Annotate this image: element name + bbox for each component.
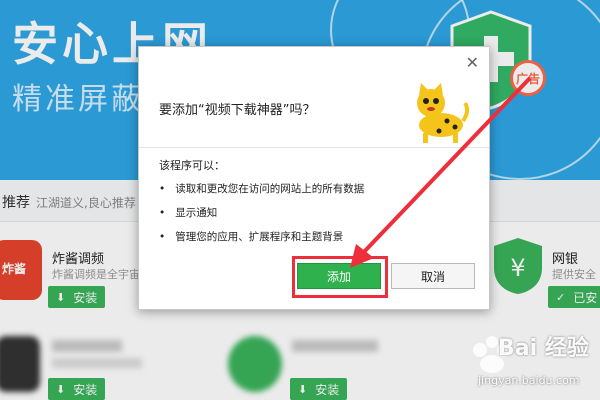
permission-text: 管理您的应用、扩展程序和主题背景 bbox=[175, 231, 344, 243]
bullet-icon: • bbox=[159, 231, 166, 243]
permission-item: • 读取和更改您在访问的网站上的所有数据 bbox=[159, 181, 364, 196]
permission-text: 读取和更改您在访问的网站上的所有数据 bbox=[175, 183, 365, 195]
close-icon[interactable]: ✕ bbox=[466, 53, 479, 72]
bullet-icon: • bbox=[159, 207, 166, 219]
bullet-icon: • bbox=[159, 183, 166, 195]
watermark-text: Bai 经验 bbox=[498, 336, 589, 361]
dialog-divider bbox=[139, 147, 489, 148]
permission-item: • 管理您的应用、扩展程序和主题背景 bbox=[159, 229, 343, 244]
permission-text: 显示通知 bbox=[175, 207, 218, 219]
cat-icon bbox=[417, 83, 470, 143]
highlight-box bbox=[292, 256, 388, 298]
dialog-title: 要添加“视频下载神器”吗？ bbox=[159, 103, 316, 118]
permissions-heading: 该程序可以： bbox=[159, 159, 225, 172]
cancel-button[interactable]: 取消 bbox=[391, 263, 475, 289]
permission-item: • 显示通知 bbox=[159, 205, 217, 220]
watermark-url: jingyan.baidu.com bbox=[478, 374, 580, 387]
